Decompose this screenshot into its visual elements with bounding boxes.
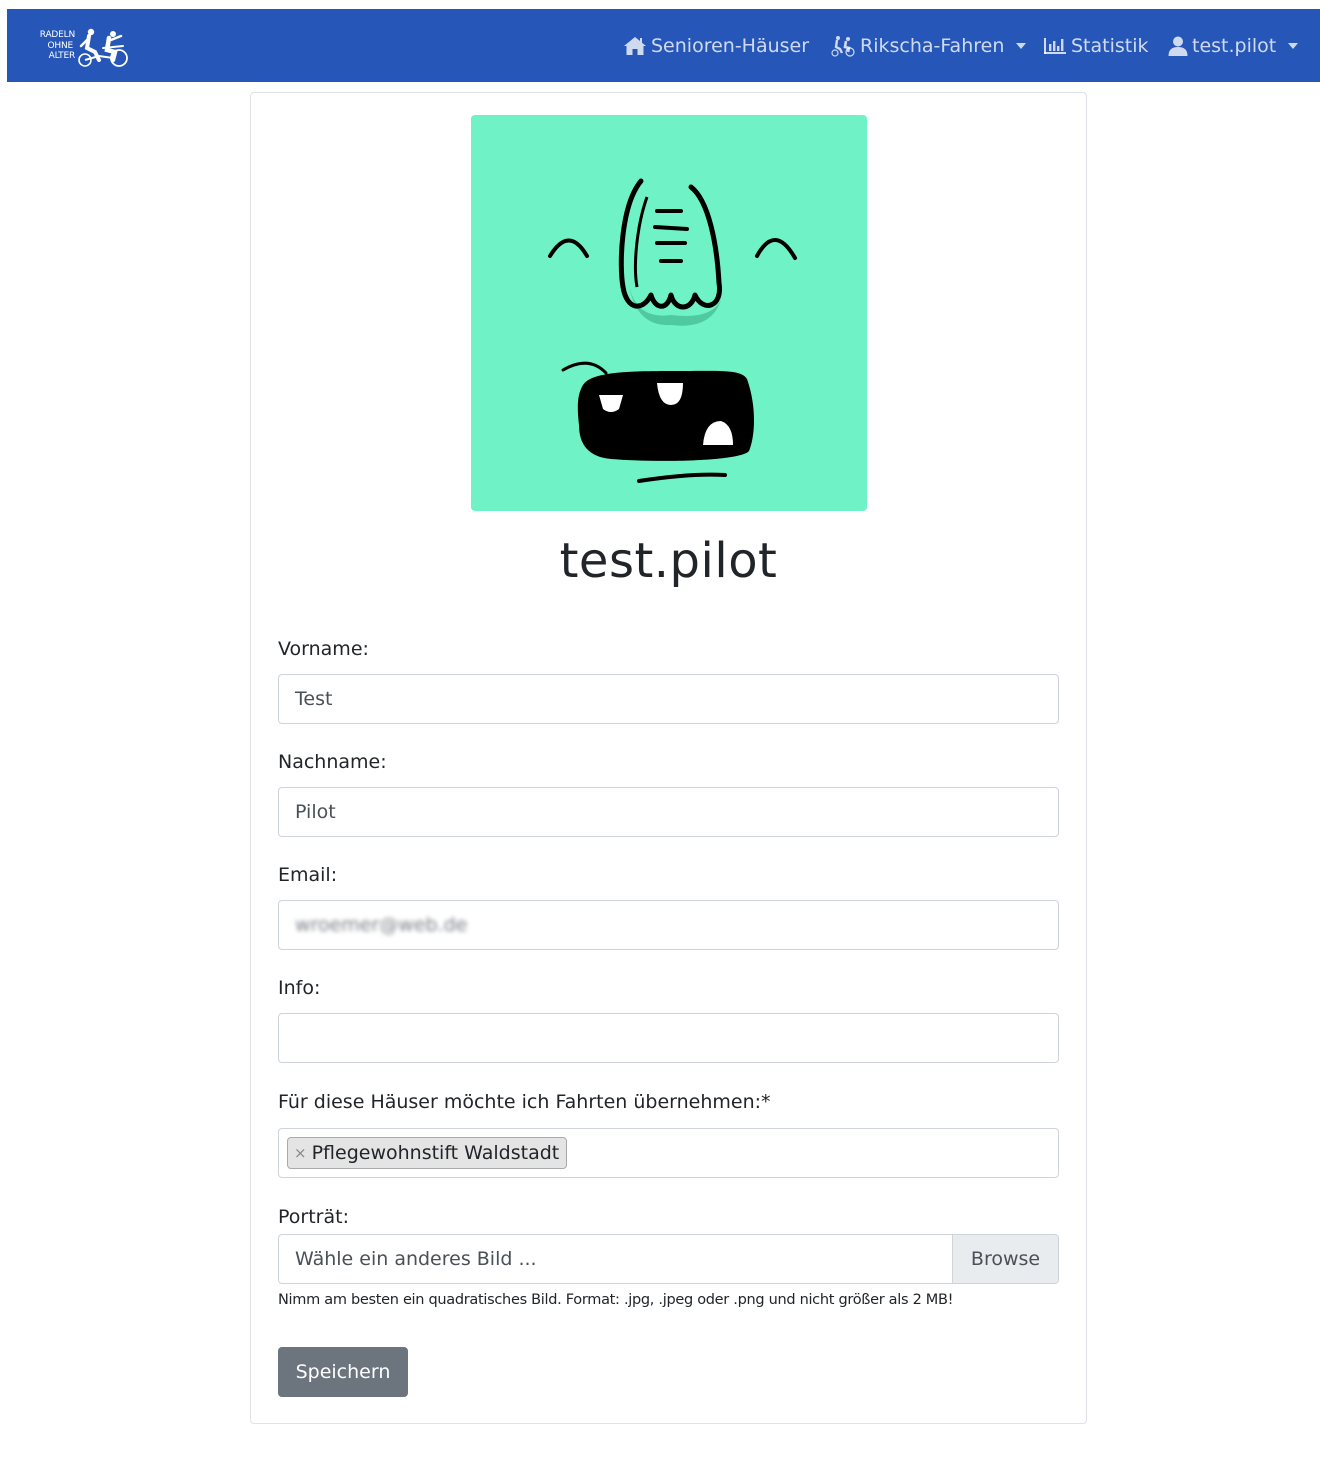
lastname-field[interactable]: Pilot [278,787,1059,837]
lastname-value: Pilot [295,801,336,823]
chevron-down-icon [1016,43,1027,49]
rickshaw-logo-icon [78,28,128,67]
houses-label: Für diese Häuser möchte ich Fahrten über… [278,1091,771,1113]
rickshaw-icon [831,36,855,57]
navbar: RADELN OHNE ALTER Senioren-Häuser Riksch… [7,9,1320,82]
firstname-field[interactable]: Test [278,674,1059,724]
monster-face-avatar-icon [548,178,797,483]
remove-tag-icon[interactable]: × [294,1144,307,1162]
portrait-file-input[interactable]: Wähle ein anderes Bild ... Browse [278,1234,1059,1284]
brand-text: RADELN OHNE ALTER [27,30,75,62]
home-icon [624,37,646,55]
chevron-down-icon [1288,43,1299,49]
brand-logo[interactable]: RADELN OHNE ALTER [27,26,132,68]
portrait-help-text: Nimm am besten ein quadratisches Bild. F… [278,1292,954,1308]
firstname-label: Vorname: [278,638,369,660]
brand-line-1: RADELN [39,30,75,40]
nav-user-label: test.pilot [1192,35,1277,57]
houses-select[interactable]: × Pflegewohnstift Waldstadt [278,1128,1059,1178]
lastname-label: Nachname: [278,751,387,773]
nav-user-menu[interactable]: test.pilot [1168,31,1299,61]
email-label: Email: [278,864,338,886]
portrait-file-placeholder[interactable]: Wähle ein anderes Bild ... [279,1235,952,1283]
avatar [471,115,867,511]
nav-statistik-label: Statistik [1071,35,1149,57]
selected-house-tag: × Pflegewohnstift Waldstadt [287,1137,568,1169]
profile-card: test.pilot Vorname: Test Nachname: Pilot… [250,92,1087,1424]
save-button[interactable]: Speichern [278,1347,408,1397]
page-title: test.pilot [559,533,778,589]
portrait-label: Porträt: [278,1206,349,1228]
bar-chart-icon [1044,38,1066,54]
nav-senioren-haeuser[interactable]: Senioren-Häuser [623,31,809,61]
email-field[interactable]: wroemer@web.de [278,900,1059,950]
email-value: wroemer@web.de [295,914,468,936]
brand-line-3: ALTER [48,51,76,61]
nav-senioren-haeuser-label: Senioren-Häuser [651,35,810,57]
nav-statistik[interactable]: Statistik [1043,31,1149,61]
browse-button[interactable]: Browse [952,1235,1058,1283]
info-label: Info: [278,977,321,999]
info-field[interactable] [278,1013,1059,1063]
user-icon [1168,36,1188,56]
firstname-value: Test [295,688,333,710]
brand-line-2: OHNE [47,40,74,51]
nav-rikscha-fahren[interactable]: Rikscha-Fahren [830,31,1027,61]
nav-rikscha-fahren-label: Rikscha-Fahren [860,35,1005,57]
selected-house-label: Pflegewohnstift Waldstadt [311,1142,560,1164]
